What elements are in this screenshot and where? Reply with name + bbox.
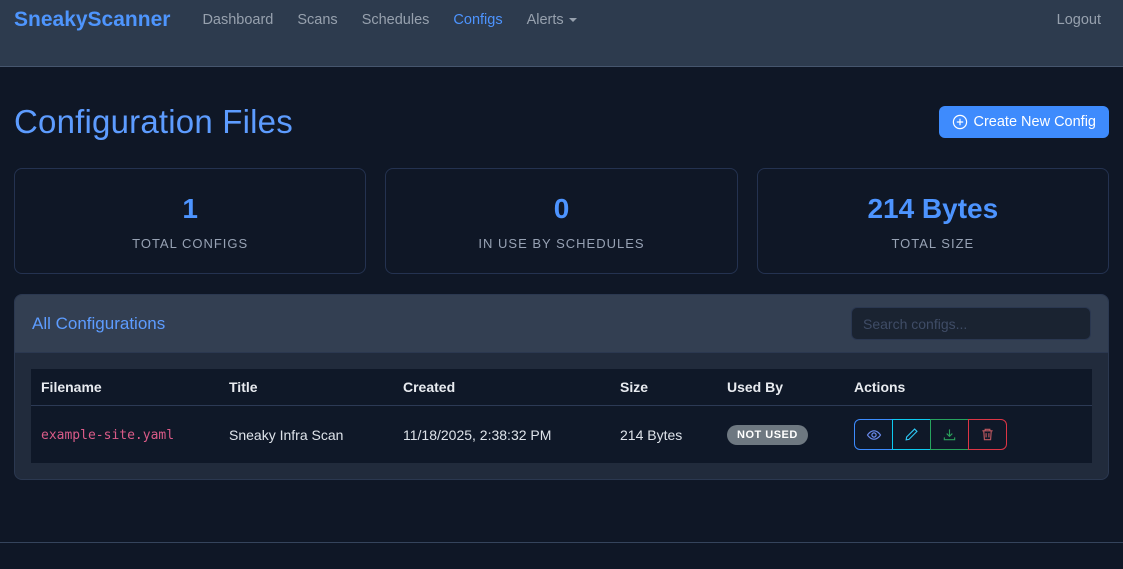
column-header-created: Created xyxy=(393,369,610,406)
table-row: example-site.yaml Sneaky Infra Scan 11/1… xyxy=(31,406,1092,464)
config-filename-link[interactable]: example-site.yaml xyxy=(41,428,174,443)
table-header-row: Filename Title Created Size Used By Acti… xyxy=(31,369,1092,406)
page-header: Configuration Files Create New Config xyxy=(14,103,1109,141)
pencil-icon xyxy=(904,427,919,442)
card-header: All Configurations xyxy=(15,295,1108,353)
config-title: Sneaky Infra Scan xyxy=(219,406,393,464)
view-config-button[interactable] xyxy=(854,419,893,450)
stats-row: 1 TOTAL CONFIGS 0 IN USE BY SCHEDULES 21… xyxy=(14,168,1109,274)
trash-icon xyxy=(980,427,995,442)
delete-config-button[interactable] xyxy=(968,419,1007,450)
download-config-button[interactable] xyxy=(930,419,969,450)
create-new-config-label: Create New Config xyxy=(974,114,1097,130)
navbar: SneakyScanner Dashboard Scans Schedules … xyxy=(0,0,1123,67)
download-icon xyxy=(942,427,957,442)
brand-logo[interactable]: SneakyScanner xyxy=(14,8,170,32)
row-actions xyxy=(854,419,1007,450)
config-size: 214 Bytes xyxy=(610,406,717,464)
all-configurations-card: All Configurations Filename Title Create… xyxy=(14,294,1109,480)
edit-config-button[interactable] xyxy=(892,419,931,450)
column-header-filename: Filename xyxy=(31,369,219,406)
column-header-size: Size xyxy=(610,369,717,406)
logout-link[interactable]: Logout xyxy=(1049,8,1109,32)
stat-label: IN USE BY SCHEDULES xyxy=(402,236,720,251)
page-title: Configuration Files xyxy=(14,103,293,141)
stat-label: TOTAL CONFIGS xyxy=(31,236,349,251)
main-content: Configuration Files Create New Config 1 … xyxy=(0,67,1123,542)
nav-item-scans[interactable]: Scans xyxy=(285,8,349,32)
nav-item-schedules[interactable]: Schedules xyxy=(350,8,442,32)
nav-links: Dashboard Scans Schedules Configs Alerts xyxy=(190,8,588,32)
stat-value: 214 Bytes xyxy=(774,193,1092,225)
column-header-title: Title xyxy=(219,369,393,406)
nav-item-alerts[interactable]: Alerts xyxy=(515,8,589,32)
stat-card-in-use: 0 IN USE BY SCHEDULES xyxy=(385,168,737,274)
stat-value: 0 xyxy=(402,193,720,225)
stat-label: TOTAL SIZE xyxy=(774,236,1092,251)
page-footer xyxy=(0,542,1123,569)
column-header-used-by: Used By xyxy=(717,369,844,406)
card-body: Filename Title Created Size Used By Acti… xyxy=(15,353,1108,479)
stat-card-total-size: 214 Bytes TOTAL SIZE xyxy=(757,168,1109,274)
configs-table: Filename Title Created Size Used By Acti… xyxy=(31,369,1092,463)
create-new-config-button[interactable]: Create New Config xyxy=(939,106,1110,138)
config-created: 11/18/2025, 2:38:32 PM xyxy=(393,406,610,464)
eye-icon xyxy=(866,427,882,443)
nav-item-configs[interactable]: Configs xyxy=(441,8,514,32)
status-badge: NOT USED xyxy=(727,425,808,445)
plus-circle-icon xyxy=(952,114,968,130)
column-header-actions: Actions xyxy=(844,369,1092,406)
card-title: All Configurations xyxy=(32,314,165,334)
stat-value: 1 xyxy=(31,193,349,225)
nav-item-dashboard[interactable]: Dashboard xyxy=(190,8,285,32)
chevron-down-icon xyxy=(569,18,577,22)
search-configs-input[interactable] xyxy=(851,307,1091,340)
stat-card-total-configs: 1 TOTAL CONFIGS xyxy=(14,168,366,274)
